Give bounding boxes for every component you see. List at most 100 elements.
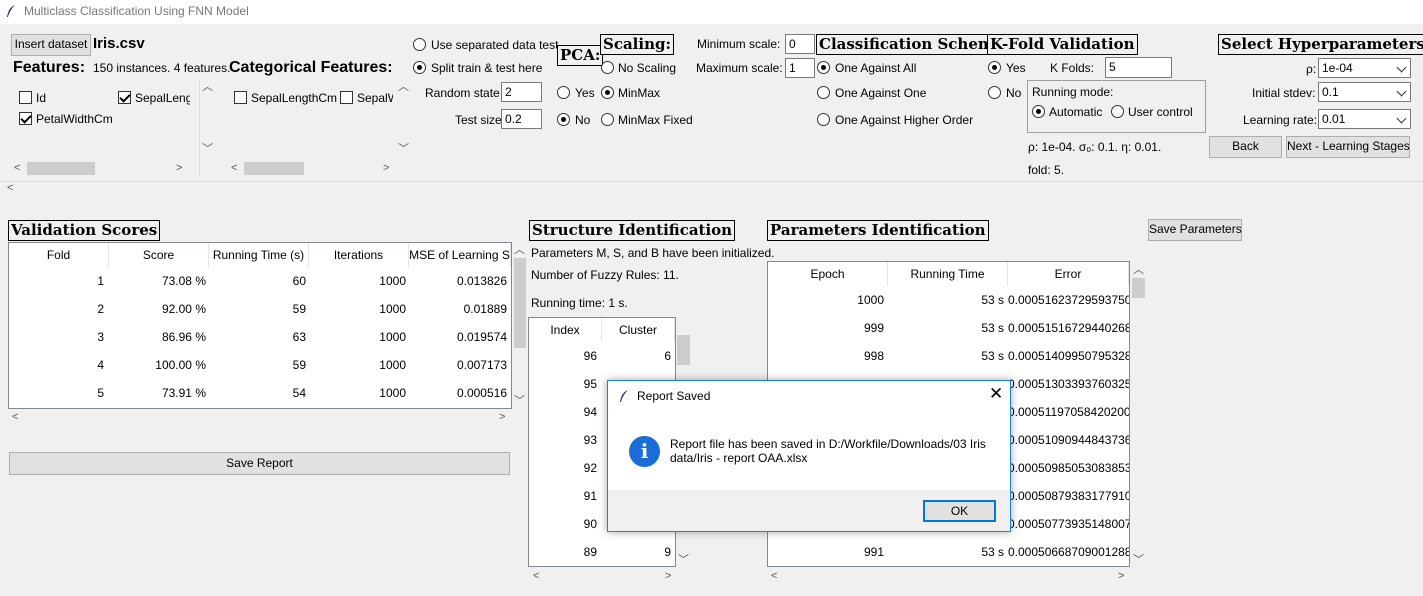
structure-cell: 89 xyxy=(583,545,597,559)
validation-col-mse[interactable]: MSE of Learning S xyxy=(409,243,511,267)
separated-test-radio[interactable] xyxy=(413,38,426,51)
structure-vscroll-thumb[interactable] xyxy=(677,335,690,365)
ok-button[interactable]: OK xyxy=(923,500,996,522)
insert-dataset-button[interactable]: Insert dataset xyxy=(11,34,91,56)
pca-heading: PCA: xyxy=(557,45,604,66)
split-here-radio[interactable] xyxy=(413,61,426,74)
categorical-checkbox-sepalwidth[interactable] xyxy=(340,91,353,104)
test-size-input[interactable]: 0.2 xyxy=(501,109,542,129)
lr-select[interactable]: 0.01 xyxy=(1318,109,1411,129)
chevron-up-icon[interactable]: ︿ xyxy=(202,82,213,93)
user-control-radio[interactable] xyxy=(1111,105,1124,118)
validation-vscroll-thumb[interactable] xyxy=(514,258,526,348)
chevron-down-icon[interactable]: ﹀ xyxy=(1133,555,1144,566)
chevron-down-icon[interactable]: ﹀ xyxy=(678,555,689,566)
validation-cell: 0.013826 xyxy=(456,274,507,288)
feather-icon xyxy=(7,5,15,17)
save-parameters-button[interactable]: Save Parameters xyxy=(1148,219,1242,241)
chevron-up-icon[interactable]: ︿ xyxy=(1133,265,1144,276)
scroll-left-icon[interactable]: < xyxy=(771,571,777,582)
kfold-yes-radio[interactable] xyxy=(988,61,1001,74)
minmax-radio[interactable] xyxy=(601,86,614,99)
pca-no-label: No xyxy=(575,113,591,127)
one-against-one-radio[interactable] xyxy=(817,86,830,99)
feature-checkbox-petalwidth[interactable] xyxy=(19,112,32,125)
params-col-epoch[interactable]: Epoch xyxy=(768,262,888,286)
chevron-up-icon[interactable]: ︿ xyxy=(514,245,525,256)
rho-select[interactable]: 1e-04 xyxy=(1318,58,1411,78)
scroll-left-icon[interactable]: < xyxy=(12,412,18,423)
minimum-scale-label: Minimum scale: xyxy=(697,37,781,51)
features-heading: Features: xyxy=(13,59,86,76)
kfolds-input[interactable]: 5 xyxy=(1105,57,1172,78)
params-cell: 0.00051516729440268 xyxy=(1008,321,1129,335)
scroll-right-icon[interactable]: > xyxy=(499,412,505,423)
scroll-right-icon[interactable]: > xyxy=(176,163,182,174)
categorical-checkbox-sepallength[interactable] xyxy=(234,91,247,104)
params-cell: 991 xyxy=(863,545,884,559)
validation-cell: 1000 xyxy=(379,386,406,400)
validation-col-iterations[interactable]: Iterations xyxy=(309,243,409,267)
dialog-footer: OK xyxy=(608,490,1010,531)
chevron-down-icon[interactable]: ﹀ xyxy=(514,396,525,407)
scroll-left-icon[interactable]: < xyxy=(533,571,539,582)
params-cell: 53 s xyxy=(981,321,1004,335)
pca-yes-radio[interactable] xyxy=(557,86,570,99)
dialog-message: Report file has been saved in D:/Workfil… xyxy=(670,437,986,465)
one-against-all-label: One Against All xyxy=(835,61,917,75)
categorical-hscroll-thumb[interactable] xyxy=(244,162,304,175)
structure-col-index[interactable]: Index xyxy=(529,318,602,342)
pca-no-radio[interactable] xyxy=(557,113,570,126)
validation-cell: 63 xyxy=(292,330,306,344)
scroll-right-icon[interactable]: > xyxy=(665,571,671,582)
feature-checkbox-id[interactable] xyxy=(19,91,32,104)
structure-cell: 9 xyxy=(664,545,671,559)
validation-cell: 0.01889 xyxy=(463,302,507,316)
structure-cell: 94 xyxy=(583,405,597,419)
separated-test-label: Use separated data test xyxy=(431,38,559,52)
params-cell: 998 xyxy=(863,349,884,363)
back-button[interactable]: Back xyxy=(1209,136,1282,158)
minimum-scale-input[interactable]: 0 xyxy=(785,34,815,54)
validation-table: Fold Score Running Time (s) Iterations M… xyxy=(8,242,512,409)
chevron-up-icon[interactable]: ︿ xyxy=(398,82,409,93)
scroll-right-icon[interactable]: > xyxy=(383,163,389,174)
structure-cell: 96 xyxy=(583,349,597,363)
validation-cell: 100.00 % xyxy=(155,358,206,372)
validation-col-score[interactable]: Score xyxy=(109,243,209,267)
one-against-higher-radio[interactable] xyxy=(817,113,830,126)
validation-col-fold[interactable]: Fold xyxy=(9,243,109,267)
one-against-all-radio[interactable] xyxy=(817,61,830,74)
save-report-button[interactable]: Save Report xyxy=(9,452,510,475)
kfolds-label: K Folds: xyxy=(1050,61,1095,75)
params-vscroll-thumb[interactable] xyxy=(1132,278,1145,298)
chevron-down-icon[interactable]: ﹀ xyxy=(398,144,409,155)
features-info: 150 instances. 4 features. xyxy=(93,61,231,75)
next-learning-stages-button[interactable]: Next - Learning Stages xyxy=(1286,136,1410,158)
params-cell: 0.00050773935148007 xyxy=(1008,517,1129,531)
running-mode-label: Running mode: xyxy=(1032,85,1114,99)
maximum-scale-input[interactable]: 1 xyxy=(785,58,815,78)
params-heading: Parameters Identification xyxy=(767,220,989,241)
stdev-select[interactable]: 0.1 xyxy=(1318,82,1411,102)
close-icon[interactable]: ✕ xyxy=(989,384,1003,404)
automatic-radio[interactable] xyxy=(1032,105,1045,118)
scroll-right-icon[interactable]: > xyxy=(1118,571,1124,582)
no-scaling-radio[interactable] xyxy=(601,61,614,74)
scroll-left-icon[interactable]: < xyxy=(7,183,13,194)
minmax-fixed-radio[interactable] xyxy=(601,113,614,126)
params-col-error[interactable]: Error xyxy=(1008,262,1129,286)
categorical-heading: Categorical Features: xyxy=(229,59,393,76)
feature-checkbox-sepallength[interactable] xyxy=(118,91,131,104)
params-cell: 1000 xyxy=(857,293,884,307)
random-state-input[interactable]: 2 xyxy=(501,82,542,102)
scroll-left-icon[interactable]: < xyxy=(231,163,237,174)
params-col-runtime[interactable]: Running Time xyxy=(888,262,1008,286)
structure-col-cluster[interactable]: Cluster xyxy=(602,318,675,342)
features-hscroll-thumb[interactable] xyxy=(27,162,95,175)
chevron-down-icon[interactable]: ﹀ xyxy=(202,144,213,155)
chevron-down-icon xyxy=(1396,113,1407,124)
validation-col-runtime[interactable]: Running Time (s) xyxy=(209,243,309,267)
scroll-left-icon[interactable]: < xyxy=(14,163,20,174)
kfold-no-radio[interactable] xyxy=(988,86,1001,99)
